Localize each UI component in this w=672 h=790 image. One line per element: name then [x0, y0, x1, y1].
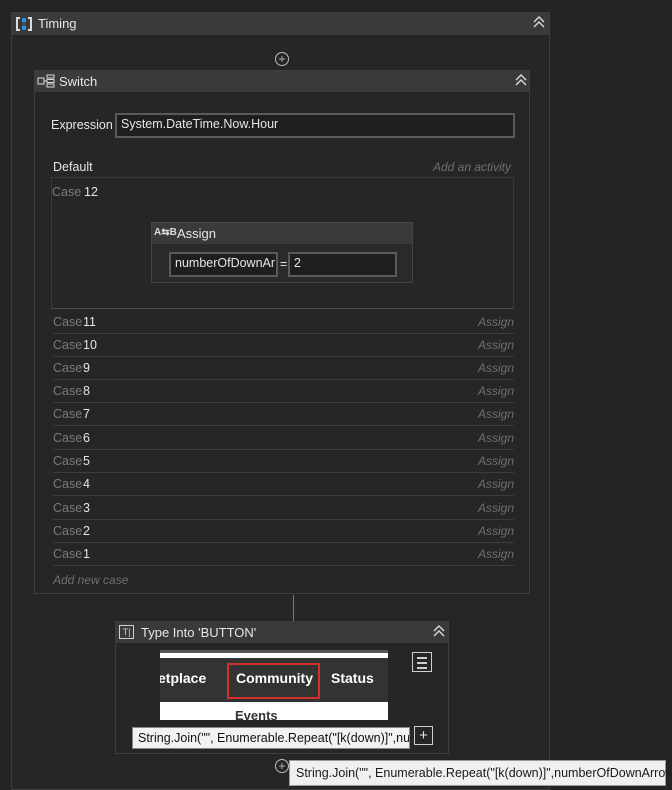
sequence-icon: [15, 16, 33, 32]
add-new-case-link[interactable]: Add new case: [53, 573, 128, 587]
assign-icon: A⇆B: [154, 227, 177, 238]
type-into-title: Type Into 'BUTTON': [141, 625, 257, 640]
case-row[interactable]: Case 4 Assign: [53, 473, 514, 496]
double-chevron-up-icon[interactable]: [514, 73, 528, 90]
case-12-body[interactable]: Case 12 A⇆B Assign numberOfDownAr = 2: [51, 177, 514, 309]
double-chevron-up-icon[interactable]: [532, 15, 546, 32]
assign-header[interactable]: A⇆B Assign: [152, 223, 412, 244]
timing-sequence[interactable]: Timing + Switch Expression System.DateTi…: [11, 12, 550, 790]
case-row[interactable]: Case 10 Assign: [53, 334, 514, 357]
case-row[interactable]: Case 6 Assign: [53, 427, 514, 450]
target-highlight-box: [227, 663, 320, 699]
add-activity-placeholder[interactable]: Add an activity: [433, 160, 511, 174]
case-row[interactable]: Case 1 Assign: [53, 543, 514, 566]
screenshot-nav-bar: etplace Community Status: [160, 658, 388, 702]
case-row[interactable]: Case 5 Assign: [53, 450, 514, 473]
type-into-activity[interactable]: T| Type Into 'BUTTON' etplace Community …: [115, 621, 449, 754]
case-label: Case: [52, 185, 82, 199]
double-chevron-up-icon[interactable]: [432, 624, 446, 641]
add-activity-plus-icon[interactable]: +: [275, 52, 289, 66]
add-activity-plus-icon[interactable]: +: [275, 759, 289, 773]
assign-activity[interactable]: A⇆B Assign numberOfDownAr = 2: [151, 222, 413, 283]
expression-tooltip: String.Join("", Enumerable.Repeat("[k(do…: [289, 760, 672, 786]
screenshot-topline: [160, 650, 388, 653]
case-row[interactable]: Case 9 Assign: [53, 357, 514, 380]
equals-sign: =: [280, 257, 288, 271]
expression-input[interactable]: System.DateTime.Now.Hour: [115, 113, 515, 138]
screenshot-tab: etplace: [160, 670, 207, 686]
screenshot-tab: Status: [331, 670, 374, 686]
switch-icon: [37, 74, 55, 88]
connector-line: [293, 595, 294, 623]
assign-to-field[interactable]: numberOfDownAr: [169, 252, 278, 277]
screenshot-subtext: Events: [235, 708, 278, 720]
case-row[interactable]: Case 8 Assign: [53, 380, 514, 403]
default-label: Default: [53, 160, 93, 174]
type-into-header[interactable]: T| Type Into 'BUTTON': [116, 622, 448, 643]
switch-activity[interactable]: Switch Expression System.DateTime.Now.Ho…: [34, 70, 530, 594]
case-row[interactable]: Case 2 Assign: [53, 520, 514, 543]
plus-button[interactable]: +: [414, 726, 433, 745]
menu-icon[interactable]: [412, 652, 432, 672]
case-row[interactable]: Case 3 Assign: [53, 497, 514, 520]
switch-title: Switch: [59, 74, 98, 89]
type-into-icon: T|: [119, 625, 134, 639]
switch-header[interactable]: Switch: [35, 71, 529, 92]
target-screenshot[interactable]: etplace Community Status Events: [160, 650, 388, 720]
timing-title: Timing: [38, 16, 77, 31]
timing-header[interactable]: Timing: [12, 13, 549, 35]
assign-value-field[interactable]: 2: [288, 252, 397, 277]
case-row[interactable]: Case 7 Assign: [53, 403, 514, 426]
expression-label: Expression: [51, 118, 113, 132]
case-value: 12: [84, 185, 98, 199]
text-input[interactable]: String.Join("", Enumerable.Repeat("[k(do…: [132, 727, 410, 749]
assign-title: Assign: [177, 226, 217, 241]
case-row[interactable]: Case 11 Assign: [53, 311, 514, 334]
